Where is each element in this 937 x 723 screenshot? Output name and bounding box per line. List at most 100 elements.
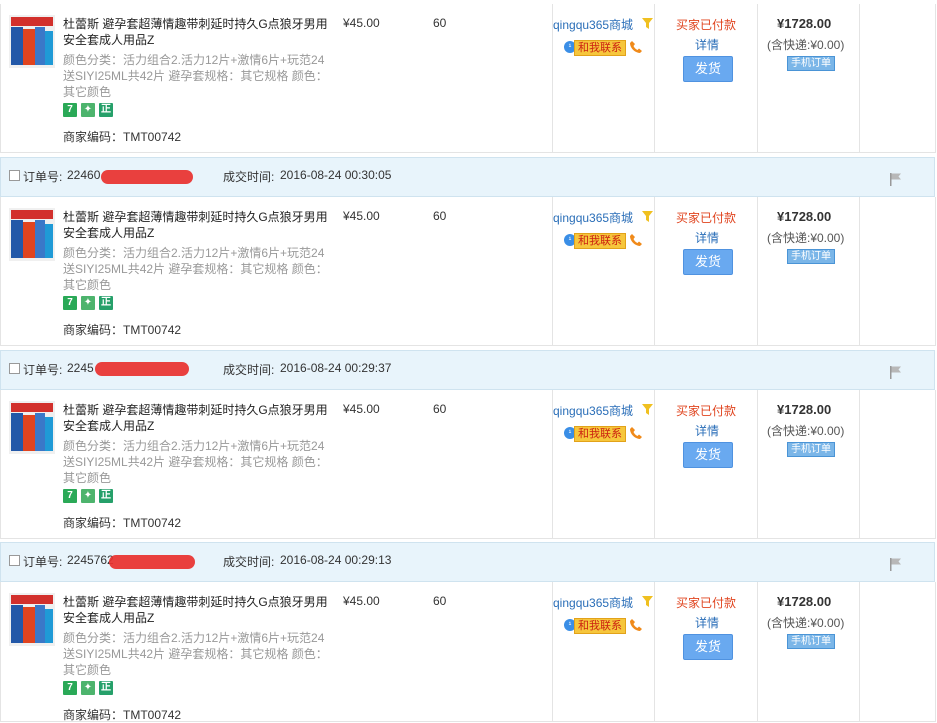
merchant-code: 商家编码：TMT00742 — [63, 516, 182, 530]
shield-icon[interactable]: ✦ — [81, 103, 95, 117]
merchant-code: 商家编码：TMT00742 — [63, 130, 182, 144]
ship-button[interactable]: 发货 — [683, 249, 733, 275]
column-divider — [859, 4, 860, 152]
order-status: 买家已付款 — [676, 18, 737, 32]
order-number-label: 订单号: — [23, 170, 63, 184]
detail-link[interactable]: 详情 — [695, 422, 719, 439]
filter-icon[interactable] — [642, 18, 653, 29]
order-header: 订单号: 2245 成交时间: 2016-08-24 00:29:37 — [0, 350, 935, 390]
phone-icon[interactable] — [629, 426, 643, 440]
unit-price: ¥45.00 — [343, 594, 380, 608]
product-attributes: 颜色分类：活力组合2.活力12片+激情6片+玩范24送SIYI25ML共42片 … — [63, 53, 328, 99]
order-number-label: 订单号: — [23, 555, 63, 569]
quantity: 60 — [433, 594, 447, 608]
seven-day-return-icon[interactable]: 7 — [63, 296, 77, 310]
service-badges: 7 ✦ 正 — [63, 487, 117, 503]
order-total: ¥1728.00 — [777, 16, 832, 31]
buyer-shop-link[interactable]: qingqu365商城 — [553, 16, 633, 33]
deal-time: 2016-08-24 00:29:13 — [280, 553, 392, 567]
flag-icon[interactable] — [889, 365, 903, 379]
order-number-label: 订单号: — [23, 363, 63, 377]
shipping-fee: (含快递:¥0.00) — [767, 231, 845, 245]
service-badges: 7 ✦ 正 — [63, 101, 117, 117]
product-attributes: 颜色分类：活力组合2.活力12片+激情6片+玩范24送SIYI25ML共42片 … — [63, 246, 328, 292]
order-header: 订单号: 2245762 成交时间: 2016-08-24 00:29:13 — [0, 542, 935, 582]
filter-icon[interactable] — [642, 211, 653, 222]
merchant-code: 商家编码：TMT00742 — [63, 323, 182, 337]
quantity: 60 — [433, 209, 447, 223]
product-title[interactable]: 杜蕾斯 避孕套超薄情趣带刺延时持久G点狼牙男用安全套成人用品Z — [63, 402, 333, 434]
phone-icon[interactable] — [629, 618, 643, 632]
mobile-order-tag: 手机订单 — [787, 56, 835, 71]
product-thumbnail[interactable] — [9, 593, 55, 646]
ship-button[interactable]: 发货 — [683, 634, 733, 660]
phone-icon[interactable] — [629, 40, 643, 54]
column-divider — [757, 4, 758, 152]
column-divider — [757, 582, 758, 721]
product-thumbnail[interactable] — [9, 401, 55, 454]
filter-icon[interactable] — [642, 404, 653, 415]
shipping-fee: (含快递:¥0.00) — [767, 424, 845, 438]
deal-time-label: 成交时间: — [223, 170, 275, 184]
seven-day-return-icon[interactable]: 7 — [63, 103, 77, 117]
quantity: 60 — [433, 402, 447, 416]
order-number: 2245 — [67, 361, 94, 375]
column-divider — [757, 390, 758, 538]
order-body: 杜蕾斯 避孕套超薄情趣带刺延时持久G点狼牙男用安全套成人用品Z 颜色分类：活力组… — [0, 4, 936, 153]
product-thumbnail[interactable] — [9, 208, 55, 261]
column-divider — [654, 197, 655, 345]
authentic-icon[interactable]: 正 — [99, 681, 113, 695]
redaction-mark — [101, 170, 193, 184]
deal-time-label: 成交时间: — [223, 555, 275, 569]
detail-link[interactable]: 详情 — [695, 36, 719, 53]
buyer-shop-link[interactable]: qingqu365商城 — [553, 594, 633, 611]
order-status: 买家已付款 — [676, 211, 737, 225]
product-thumbnail[interactable] — [9, 15, 55, 68]
order-total: ¥1728.00 — [777, 209, 832, 224]
shield-icon[interactable]: ✦ — [81, 489, 95, 503]
authentic-icon[interactable]: 正 — [99, 103, 113, 117]
order-checkbox[interactable] — [9, 363, 20, 374]
buyer-shop-link[interactable]: qingqu365商城 — [553, 209, 633, 226]
merchant-code: 商家编码：TMT00742 — [63, 708, 182, 722]
column-divider — [859, 390, 860, 538]
authentic-icon[interactable]: 正 — [99, 296, 113, 310]
shield-icon[interactable]: ✦ — [81, 681, 95, 695]
order-number: 2245762 — [67, 553, 114, 567]
seven-day-return-icon[interactable]: 7 — [63, 489, 77, 503]
shipping-fee: (含快递:¥0.00) — [767, 38, 845, 52]
shield-icon[interactable]: ✦ — [81, 296, 95, 310]
filter-icon[interactable] — [642, 596, 653, 607]
column-divider — [859, 197, 860, 345]
deal-time: 2016-08-24 00:30:05 — [280, 168, 392, 182]
seven-day-return-icon[interactable]: 7 — [63, 681, 77, 695]
order-checkbox[interactable] — [9, 170, 20, 181]
unit-price: ¥45.00 — [343, 16, 380, 30]
phone-icon[interactable] — [629, 233, 643, 247]
unit-price: ¥45.00 — [343, 209, 380, 223]
detail-link[interactable]: 详情 — [695, 229, 719, 246]
order-checkbox[interactable] — [9, 555, 20, 566]
order-body: 杜蕾斯 避孕套超薄情趣带刺延时持久G点狼牙男用安全套成人用品Z 颜色分类：活力组… — [0, 197, 936, 346]
product-title[interactable]: 杜蕾斯 避孕套超薄情趣带刺延时持久G点狼牙男用安全套成人用品Z — [63, 16, 333, 48]
column-divider — [757, 197, 758, 345]
unit-price: ¥45.00 — [343, 402, 380, 416]
flag-icon[interactable] — [889, 557, 903, 571]
ship-button[interactable]: 发货 — [683, 56, 733, 82]
column-divider — [654, 582, 655, 721]
redaction-mark — [109, 555, 195, 569]
ship-button[interactable]: 发货 — [683, 442, 733, 468]
quantity: 60 — [433, 16, 447, 30]
product-title[interactable]: 杜蕾斯 避孕套超薄情趣带刺延时持久G点狼牙男用安全套成人用品Z — [63, 209, 333, 241]
product-title[interactable]: 杜蕾斯 避孕套超薄情趣带刺延时持久G点狼牙男用安全套成人用品Z — [63, 594, 333, 626]
authentic-icon[interactable]: 正 — [99, 489, 113, 503]
order-header: 订单号: 22460 成交时间: 2016-08-24 00:30:05 — [0, 157, 935, 197]
order-status: 买家已付款 — [676, 404, 737, 418]
flag-icon[interactable] — [889, 172, 903, 186]
column-divider — [654, 4, 655, 152]
product-attributes: 颜色分类：活力组合2.活力12片+激情6片+玩范24送SIYI25ML共42片 … — [63, 631, 328, 677]
buyer-shop-link[interactable]: qingqu365商城 — [553, 402, 633, 419]
detail-link[interactable]: 详情 — [695, 614, 719, 631]
redaction-mark — [95, 362, 189, 376]
order-body: 杜蕾斯 避孕套超薄情趣带刺延时持久G点狼牙男用安全套成人用品Z 颜色分类：活力组… — [0, 390, 936, 539]
